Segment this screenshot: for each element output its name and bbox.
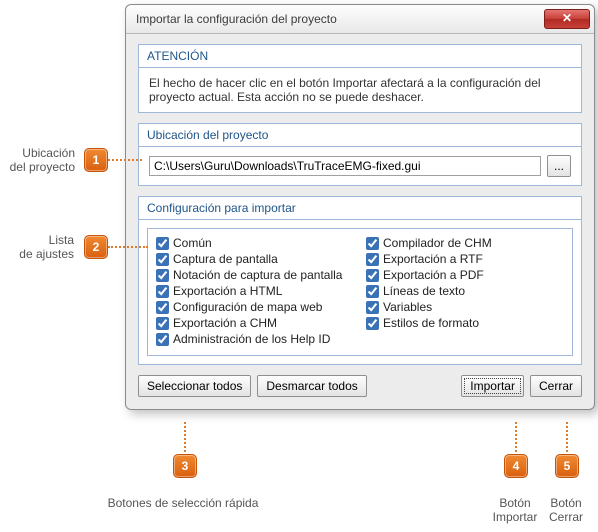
settings-check-label: Configuración de mapa web [173, 300, 322, 314]
select-all-button[interactable]: Seleccionar todos [138, 375, 251, 397]
settings-check-item[interactable]: Notación de captura de pantalla [156, 267, 354, 283]
import-settings-heading: Configuración para importar [139, 197, 581, 220]
settings-checkbox[interactable] [366, 317, 379, 330]
settings-check-item[interactable]: Administración de los Help ID [156, 331, 354, 347]
dialog-title: Importar la configuración del proyecto [136, 12, 544, 26]
settings-checkbox[interactable] [366, 269, 379, 282]
settings-check-label: Común [173, 236, 212, 250]
settings-check-item[interactable]: Exportación a CHM [156, 315, 354, 331]
project-location-heading: Ubicación del proyecto [139, 124, 581, 147]
browse-button[interactable]: ... [547, 155, 571, 177]
settings-check-label: Exportación a RTF [383, 252, 483, 266]
titlebar: Importar la configuración del proyecto ✕ [126, 5, 594, 34]
annotation-line-4 [515, 422, 517, 452]
settings-checkbox[interactable] [156, 317, 169, 330]
settings-check-label: Exportación a HTML [173, 284, 282, 298]
attention-group: ATENCIÓN El hecho de hacer clic en el bo… [138, 44, 582, 113]
settings-check-item[interactable]: Estilos de formato [366, 315, 564, 331]
annotation-label-1: Ubicación del proyecto [5, 146, 75, 174]
settings-checkbox[interactable] [156, 269, 169, 282]
settings-checkbox[interactable] [156, 333, 169, 346]
annotation-marker-3: 3 [173, 454, 197, 478]
annotation-label-3: Botones de selección rápida [98, 496, 268, 510]
project-location-group: Ubicación del proyecto ... [138, 123, 582, 186]
settings-checkbox[interactable] [366, 285, 379, 298]
settings-check-item[interactable]: Variables [366, 299, 564, 315]
close-icon: ✕ [562, 11, 572, 25]
annotation-line-2 [108, 246, 148, 248]
import-project-config-dialog: Importar la configuración del proyecto ✕… [125, 4, 595, 410]
settings-checkbox[interactable] [156, 237, 169, 250]
settings-checkbox[interactable] [156, 253, 169, 266]
close-button[interactable]: Cerrar [530, 375, 582, 397]
settings-check-label: Estilos de formato [383, 316, 479, 330]
settings-check-item[interactable]: Común [156, 235, 354, 251]
settings-check-label: Captura de pantalla [173, 252, 278, 266]
settings-checkbox[interactable] [156, 285, 169, 298]
annotation-label-5: Botón Cerrar [540, 496, 592, 524]
settings-check-item[interactable]: Configuración de mapa web [156, 299, 354, 315]
settings-check-list: Común Captura de pantalla Notación de capt… [147, 228, 573, 356]
project-location-input[interactable] [149, 156, 541, 176]
settings-check-label: Notación de captura de pantalla [173, 268, 342, 282]
settings-checkbox[interactable] [366, 253, 379, 266]
annotation-line-5 [566, 422, 568, 452]
annotation-label-2: Lista de ajustes [14, 233, 74, 261]
dialog-body: ATENCIÓN El hecho de hacer clic en el bo… [126, 34, 594, 409]
import-button[interactable]: Importar [461, 375, 524, 397]
dialog-button-row: Seleccionar todos Desmarcar todos Import… [138, 375, 582, 397]
annotation-line-1 [108, 159, 142, 161]
annotation-label-4: Botón Importar [484, 496, 546, 524]
settings-check-label: Exportación a PDF [383, 268, 484, 282]
settings-checkbox[interactable] [366, 237, 379, 250]
settings-check-item[interactable]: Captura de pantalla [156, 251, 354, 267]
settings-check-item[interactable]: Compilador de CHM [366, 235, 564, 251]
settings-check-label: Exportación a CHM [173, 316, 277, 330]
settings-check-label: Líneas de texto [383, 284, 465, 298]
annotation-marker-5: 5 [555, 454, 579, 478]
settings-check-label: Compilador de CHM [383, 236, 492, 250]
settings-check-item[interactable]: Exportación a RTF [366, 251, 564, 267]
attention-text: El hecho de hacer clic en el botón Impor… [139, 68, 581, 112]
settings-check-label: Variables [383, 300, 432, 314]
import-settings-group: Configuración para importar Común Captura… [138, 196, 582, 365]
deselect-all-button[interactable]: Desmarcar todos [257, 375, 366, 397]
attention-heading: ATENCIÓN [139, 45, 581, 68]
settings-check-label: Administración de los Help ID [173, 332, 330, 346]
settings-checkbox[interactable] [156, 301, 169, 314]
annotation-marker-4: 4 [504, 454, 528, 478]
settings-check-item[interactable]: Líneas de texto [366, 283, 564, 299]
window-close-button[interactable]: ✕ [544, 9, 590, 29]
annotation-line-3 [184, 422, 186, 452]
settings-checkbox[interactable] [366, 301, 379, 314]
annotation-marker-2: 2 [84, 235, 108, 259]
settings-check-item[interactable]: Exportación a PDF [366, 267, 564, 283]
annotation-marker-1: 1 [84, 148, 108, 172]
settings-check-item[interactable]: Exportación a HTML [156, 283, 354, 299]
